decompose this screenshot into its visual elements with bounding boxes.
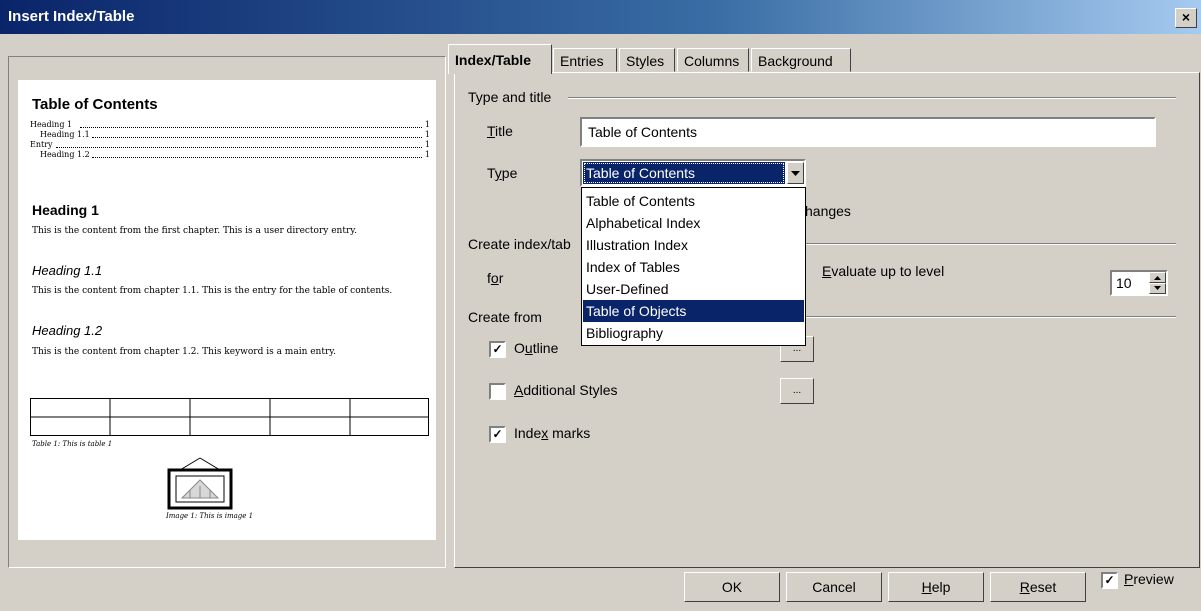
index-marks-checkbox[interactable]: ✓ bbox=[489, 426, 506, 443]
preview-page: Table of Contents Heading 11 Heading 1.1… bbox=[18, 80, 436, 540]
preview-toc-line: Heading 1.1 1 bbox=[40, 130, 430, 139]
type-dropdown-list: Table of Contents Alphabetical Index Ill… bbox=[581, 187, 806, 346]
preview-heading-1-2-body: This is the content from chapter 1.2. Th… bbox=[32, 347, 337, 357]
preview-table bbox=[30, 398, 429, 436]
type-option[interactable]: User-Defined bbox=[583, 278, 804, 300]
reset-button[interactable]: Reset bbox=[990, 572, 1086, 602]
title-bar bbox=[0, 0, 1201, 34]
preview-toc-line: Heading 1.2 1 bbox=[40, 150, 430, 159]
level-spinner[interactable]: 10 bbox=[1110, 270, 1168, 296]
outline-label: Outline bbox=[514, 340, 559, 356]
type-option[interactable]: Index of Tables bbox=[583, 256, 804, 278]
preview-table-caption: Table 1: This is table 1 bbox=[32, 440, 113, 448]
type-option[interactable]: Bibliography bbox=[583, 322, 804, 344]
type-select[interactable]: Table of Contents bbox=[580, 159, 806, 187]
outline-checkbox[interactable]: ✓ bbox=[489, 341, 506, 358]
protected-label-fragment: hanges bbox=[805, 203, 851, 219]
close-icon: × bbox=[1181, 9, 1191, 25]
type-option[interactable]: Alphabetical Index bbox=[583, 212, 804, 234]
chevron-down-icon bbox=[791, 171, 800, 176]
type-option[interactable]: Table of Contents bbox=[583, 190, 804, 212]
tab-styles[interactable]: Styles bbox=[619, 48, 675, 72]
title-label: Title bbox=[487, 123, 513, 139]
preview-heading-1-2: Heading 1.2 bbox=[32, 323, 103, 338]
for-label: for bbox=[487, 270, 504, 286]
preview-heading-1: Heading 1 bbox=[32, 202, 99, 218]
preview-heading-1-1: Heading 1.1 bbox=[32, 263, 103, 278]
group-separator bbox=[806, 243, 1176, 245]
preview-toc-line: Entry 1 bbox=[30, 140, 430, 149]
preview-image bbox=[167, 457, 233, 510]
level-value: 10 bbox=[1116, 275, 1132, 291]
index-marks-label: Index marks bbox=[514, 425, 591, 441]
group-separator bbox=[568, 97, 1176, 99]
close-button[interactable]: × bbox=[1175, 8, 1197, 28]
preview-heading-1-body: This is the content from the first chapt… bbox=[32, 226, 358, 236]
level-down-button[interactable] bbox=[1149, 283, 1166, 294]
arrow-down-icon bbox=[1154, 286, 1161, 290]
type-label: Type bbox=[487, 165, 518, 181]
title-input[interactable]: Table of Contents bbox=[580, 117, 1156, 147]
type-option[interactable]: Illustration Index bbox=[583, 234, 804, 256]
create-from-label: Create from bbox=[468, 309, 548, 325]
type-and-title-label: Type and title bbox=[468, 89, 558, 105]
type-selected-value: Table of Contents bbox=[583, 162, 785, 184]
window-title: Insert Index/Table bbox=[8, 8, 135, 25]
preview-heading-1-1-body: This is the content from chapter 1.1. Th… bbox=[32, 286, 393, 296]
additional-styles-button[interactable]: ... bbox=[780, 378, 814, 404]
tab-columns[interactable]: Columns bbox=[677, 48, 749, 72]
create-index-label: Create index/tab bbox=[468, 236, 577, 252]
additional-styles-label: Additional Styles bbox=[514, 382, 618, 398]
arrow-up-icon bbox=[1154, 276, 1161, 280]
cancel-button[interactable]: Cancel bbox=[786, 572, 882, 602]
help-button[interactable]: Help bbox=[888, 572, 984, 602]
level-up-button[interactable] bbox=[1149, 272, 1166, 283]
ok-button[interactable]: OK bbox=[684, 572, 780, 602]
tab-background[interactable]: Background bbox=[751, 48, 851, 72]
group-separator bbox=[806, 316, 1176, 318]
type-option-highlighted[interactable]: Table of Objects bbox=[583, 300, 804, 322]
tab-entries[interactable]: Entries bbox=[553, 48, 617, 72]
preview-image-caption: Image 1: This is image 1 bbox=[166, 512, 254, 520]
type-dropdown-button[interactable] bbox=[787, 162, 804, 184]
preview-checkbox[interactable]: ✓ bbox=[1101, 572, 1118, 589]
tab-index-table[interactable]: Index/Table bbox=[448, 44, 552, 74]
preview-toc-title: Table of Contents bbox=[32, 96, 158, 113]
preview-toc-line: Heading 11 bbox=[30, 120, 430, 129]
additional-styles-checkbox[interactable] bbox=[489, 383, 506, 400]
preview-label: Preview bbox=[1124, 571, 1174, 587]
evaluate-level-label: Evaluate up to level bbox=[822, 263, 945, 279]
